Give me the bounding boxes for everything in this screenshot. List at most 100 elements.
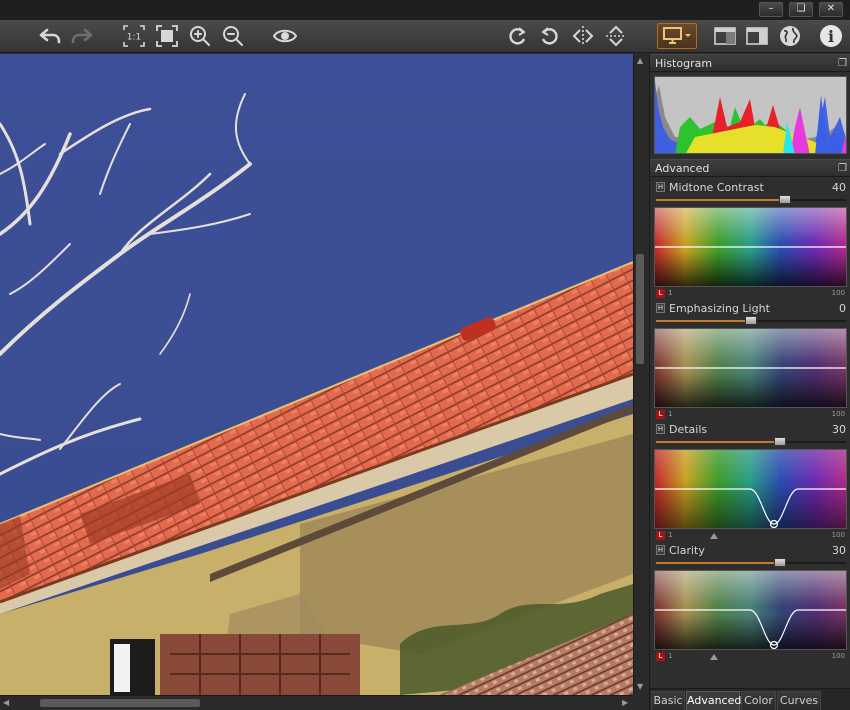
range-marker-icon[interactable]	[710, 533, 718, 539]
scale-max: 100	[831, 652, 845, 660]
scale-min: 1	[668, 652, 673, 660]
midtone-contrast-slider[interactable]	[656, 195, 846, 204]
control-label: Emphasizing Light	[669, 302, 770, 315]
rotate-clockwise-icon	[509, 27, 526, 45]
luminance-toggle[interactable]: L	[656, 410, 665, 419]
zoom-out-icon	[223, 26, 243, 46]
zoom-in-icon	[190, 26, 210, 46]
control-value[interactable]: 40	[832, 181, 846, 194]
range-marker-icon[interactable]	[710, 654, 718, 660]
image-canvas[interactable]	[0, 54, 633, 695]
close-button[interactable]: ✕	[819, 2, 843, 17]
slider-knob[interactable]	[773, 558, 786, 567]
slider-knob[interactable]	[779, 195, 792, 204]
rotate-counterclockwise-button[interactable]	[536, 23, 564, 49]
photo-preview	[0, 54, 633, 695]
advanced-title: Advanced	[655, 162, 710, 175]
actual-size-button[interactable]: 1:1	[120, 23, 148, 49]
redo-button[interactable]	[68, 23, 96, 49]
scale-row: L 1 100	[654, 531, 847, 541]
scale-min: 1	[668, 289, 673, 297]
fit-to-window-button[interactable]	[153, 23, 181, 49]
tab-color[interactable]: Color	[741, 691, 776, 710]
rotate-counterclockwise-icon	[541, 27, 558, 45]
control-label: Clarity	[669, 544, 705, 557]
scale-max: 100	[831, 289, 845, 297]
control-value[interactable]: 0	[839, 302, 846, 315]
slider-fill	[656, 562, 780, 564]
clarity-row: H Clarity 30	[650, 544, 850, 558]
scale-max: 100	[831, 410, 845, 418]
globe-icon	[780, 26, 800, 46]
zoom-in-button[interactable]	[186, 23, 214, 49]
hue-toggle[interactable]: H	[656, 182, 665, 192]
popout-icon[interactable]: ❐	[838, 55, 847, 72]
globe-button[interactable]	[776, 23, 804, 49]
monitor-button[interactable]	[657, 23, 697, 49]
flip-vertical-button[interactable]	[602, 23, 630, 49]
tab-curves[interactable]: Curves	[777, 691, 821, 710]
title-bar: – ❏ ✕	[0, 0, 850, 20]
slider-knob[interactable]	[745, 316, 757, 325]
split-view-button[interactable]	[743, 23, 771, 49]
scale-min: 1	[668, 410, 673, 418]
zoom-out-button[interactable]	[219, 23, 247, 49]
control-value[interactable]: 30	[832, 423, 846, 436]
histogram-header[interactable]: Histogram ❐	[650, 54, 850, 72]
luminance-toggle[interactable]: L	[656, 289, 665, 298]
horizontal-scroll-thumb[interactable]	[40, 699, 200, 707]
emphasizing-light-slider[interactable]	[656, 316, 846, 325]
single-view-button[interactable]	[711, 23, 739, 49]
histogram-graph	[655, 77, 846, 153]
luminance-toggle[interactable]: L	[656, 531, 665, 540]
svg-text:1:1: 1:1	[127, 33, 141, 43]
single-view-icon	[714, 27, 736, 45]
tab-advanced[interactable]: Advanced	[686, 691, 741, 710]
adjustments-panel: Histogram ❐ Advanced ❐ H Midtone Contras…	[649, 54, 850, 710]
popout-icon[interactable]: ❐	[838, 160, 847, 177]
preview-eye-icon	[273, 29, 297, 43]
rotate-clockwise-button[interactable]	[503, 23, 531, 49]
emphasizing-light-curve[interactable]	[654, 328, 847, 408]
slider-fill	[656, 199, 786, 201]
hue-toggle[interactable]: H	[656, 424, 665, 434]
scale-row: L 1 100	[654, 410, 847, 420]
control-label: Details	[669, 423, 708, 436]
clarity-curve[interactable]	[654, 570, 847, 650]
minimize-button[interactable]: –	[759, 2, 783, 17]
control-value[interactable]: 30	[832, 544, 846, 557]
horizontal-scrollbar[interactable]: ◀ ▶	[0, 695, 633, 710]
details-curve[interactable]	[654, 449, 847, 529]
slider-knob[interactable]	[773, 437, 786, 446]
clarity-slider[interactable]	[656, 558, 846, 567]
hue-toggle[interactable]: H	[656, 545, 665, 555]
midtone-contrast-curve[interactable]	[654, 207, 847, 287]
fit-to-window-icon	[156, 25, 178, 47]
histogram-title: Histogram	[655, 57, 713, 70]
slider-fill	[656, 441, 780, 443]
scale-min: 1	[668, 531, 673, 539]
scroll-left-arrow[interactable]: ◀	[3, 698, 9, 707]
scroll-down-arrow[interactable]: ▼	[637, 682, 643, 691]
tab-basic[interactable]: Basic	[651, 691, 685, 710]
details-slider[interactable]	[656, 437, 846, 446]
flip-horizontal-button[interactable]	[569, 23, 597, 49]
advanced-header[interactable]: Advanced ❐	[650, 159, 850, 177]
monitor-icon	[663, 27, 691, 44]
undo-icon	[39, 28, 61, 44]
restore-button[interactable]: ❏	[789, 2, 813, 17]
scale-row: L 1 100	[654, 652, 847, 662]
emphasizing-light-row: H Emphasizing Light 0	[650, 302, 850, 316]
vertical-scrollbar[interactable]: ▲ ▼	[633, 54, 646, 695]
toolbar: 1:1 i	[0, 20, 850, 53]
scroll-right-arrow[interactable]: ▶	[622, 698, 628, 707]
preview-button[interactable]	[271, 23, 299, 49]
split-view-icon	[746, 27, 768, 45]
info-button[interactable]: i	[817, 23, 845, 49]
hue-toggle[interactable]: H	[656, 303, 665, 313]
luminance-toggle[interactable]: L	[656, 652, 665, 661]
vertical-scroll-thumb[interactable]	[636, 254, 644, 364]
redo-icon	[71, 28, 93, 44]
undo-button[interactable]	[36, 23, 64, 49]
scroll-up-arrow[interactable]: ▲	[637, 56, 643, 65]
